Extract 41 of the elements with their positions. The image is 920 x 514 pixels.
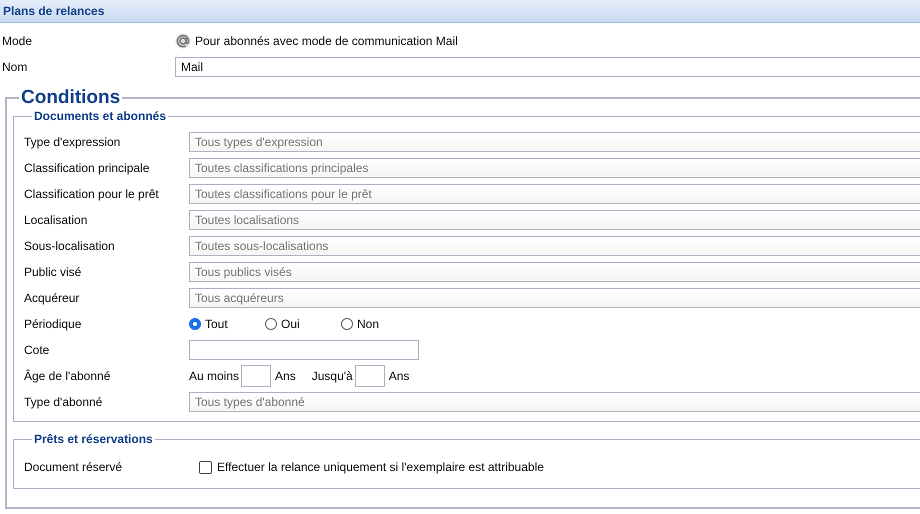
unit-label: Ans (388, 369, 410, 383)
field-label: Jusqu'à (312, 369, 353, 383)
field-label: Type d'abonné (24, 395, 104, 409)
radio-option[interactable]: Oui (265, 317, 341, 331)
field-label: Localisation (24, 213, 88, 227)
checkbox-label[interactable]: Effectuer la relance uniquement si l'exemplaire est attribuable (217, 460, 544, 474)
field-label: Public visé (24, 265, 82, 279)
select-field[interactable]: Tous types d'expression (189, 132, 920, 152)
section-title: Conditions (20, 87, 122, 109)
field-label: Périodique (24, 317, 82, 331)
field-label: Au moins (189, 369, 240, 383)
select-field[interactable]: Tous acquéreurs (189, 288, 920, 308)
select-field[interactable]: Toutes classifications pour le prêt (189, 184, 920, 204)
input-field[interactable] (354, 365, 385, 387)
input-field[interactable] (189, 340, 419, 360)
field-label: Mode (1, 34, 34, 48)
select-field[interactable]: Toutes sous-localisations (189, 236, 920, 256)
field-label: Nom (1, 60, 28, 74)
input-field[interactable] (241, 365, 272, 387)
field-label: Acquéreur (24, 291, 80, 305)
select-field[interactable]: Toutes localisations (189, 210, 920, 230)
group-title: Documents et abonnés (33, 109, 168, 123)
select-field[interactable]: Tous types d'abonné (189, 392, 920, 412)
panel-title: Plans de relances (3, 4, 104, 18)
name-field[interactable]: Mail (175, 57, 920, 77)
group-title: Prêts et réservations (33, 432, 154, 446)
field-label: Type d'expression (24, 135, 122, 149)
at-sign-icon (175, 33, 191, 49)
checkbox[interactable] (199, 460, 212, 474)
field-label: Document réservé (24, 460, 124, 474)
field-label: Âge de l'abonné (24, 369, 112, 383)
select-field[interactable]: Tous publics visés (189, 262, 920, 282)
radio-option[interactable]: Tout (189, 317, 265, 331)
select-field[interactable]: Toutes classifications principales (189, 158, 920, 178)
field-label: Cote (24, 343, 50, 357)
field-label: Classification pour le prêt (24, 187, 160, 201)
field-label: Sous-localisation (24, 239, 116, 253)
field-label: Classification principale (24, 161, 150, 175)
radio-option[interactable]: Non (341, 317, 417, 331)
mode-text: Pour abonnés avec mode de communication Mail (195, 34, 458, 48)
unit-label: Ans (275, 369, 296, 383)
